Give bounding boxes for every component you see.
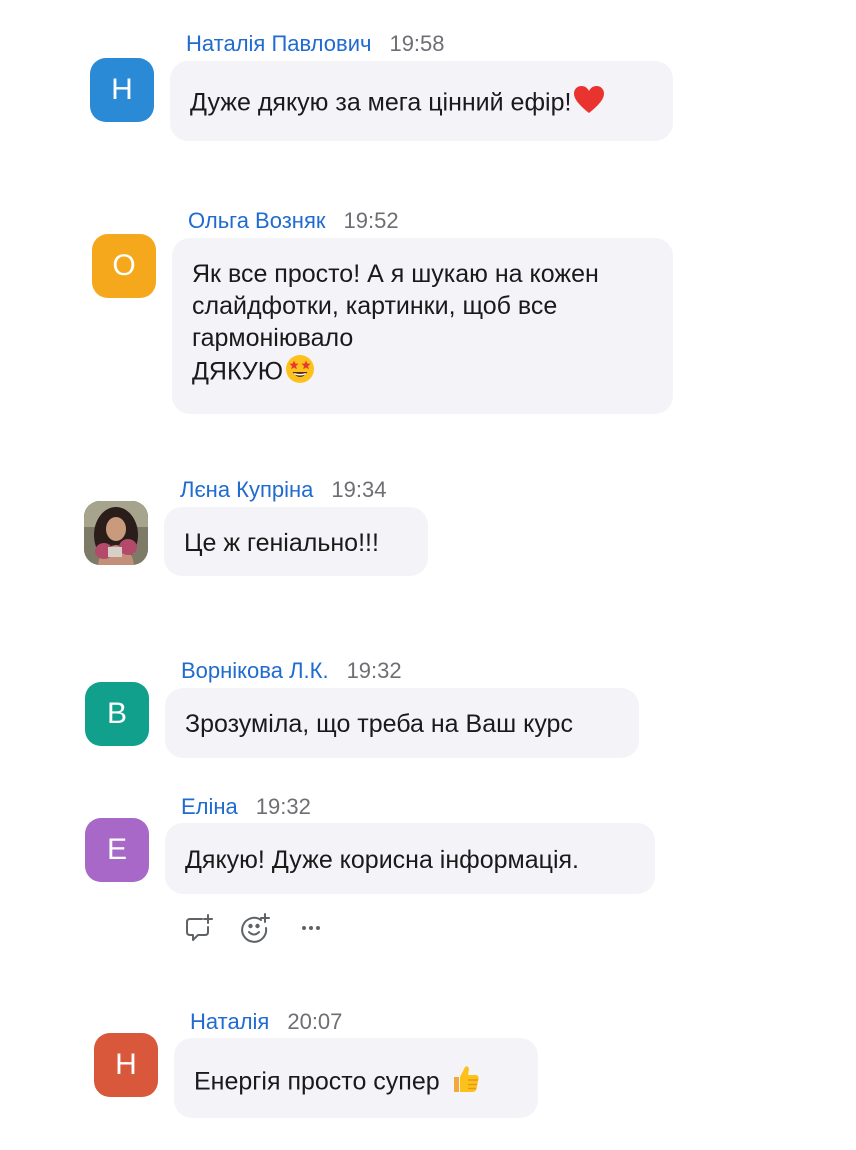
message-bubble[interactable]: Дуже дякую за мега цінний ефір! — [170, 61, 673, 141]
message-time: 19:32 — [255, 794, 311, 819]
message-text-line: гармоніювало — [192, 324, 354, 352]
message-bubble[interactable]: Це ж геніально!!! — [164, 507, 428, 576]
avatar-photo — [84, 501, 148, 565]
message-time: 19:34 — [331, 477, 387, 502]
avatar[interactable]: O — [92, 234, 156, 298]
message-header: Еліна 19:32 — [181, 794, 311, 820]
heart-emoji — [573, 85, 605, 123]
message-text: Це ж геніально!!! — [184, 529, 379, 557]
message-text-line: слайдфотки, картинки, щоб все — [192, 292, 558, 320]
message-text: Дякую! Дуже корисна інформація. — [185, 846, 579, 874]
message-header: Лєна Купріна 19:34 — [180, 477, 386, 503]
thumbs-up-emoji — [450, 1063, 482, 1103]
message-text: Енергія просто супер — [194, 1063, 518, 1103]
message-time: 19:58 — [389, 31, 445, 56]
message-header: Наталія 20:07 — [190, 1009, 342, 1035]
more-options-icon[interactable] — [294, 911, 328, 945]
message-time: 20:07 — [287, 1009, 343, 1034]
sender-name[interactable]: Лєна Купріна — [180, 477, 313, 502]
message-header: Ворнікова Л.К. 19:32 — [181, 658, 402, 684]
message-text: Зрозуміла, що треба на Ваш курс — [185, 710, 573, 738]
sender-name[interactable]: Ольга Возняк — [188, 208, 326, 233]
reply-thread-icon[interactable] — [182, 911, 216, 945]
sender-name[interactable]: Наталія — [190, 1009, 269, 1034]
message-time: 19:52 — [343, 208, 399, 233]
avatar[interactable]: H — [90, 58, 154, 122]
avatar[interactable]: E — [85, 818, 149, 882]
message-header: Ольга Возняк 19:52 — [188, 208, 399, 234]
message-text: Дуже дякую за мега цінний ефір! — [190, 85, 653, 123]
sender-name[interactable]: Ворнікова Л.К. — [181, 658, 329, 683]
avatar[interactable]: H — [94, 1033, 158, 1097]
message-header: Наталія Павлович 19:58 — [186, 31, 445, 57]
avatar[interactable]: B — [85, 682, 149, 746]
message-time: 19:32 — [346, 658, 402, 683]
avatar[interactable] — [84, 501, 148, 565]
message-bubble[interactable]: Як все просто! А я шукаю на кожен слайдф… — [172, 238, 673, 414]
message-bubble[interactable]: Дякую! Дуже корисна інформація. — [165, 823, 655, 894]
sender-name[interactable]: Еліна — [181, 794, 238, 819]
message-text-line: Як все просто! А я шукаю на кожен — [192, 260, 599, 288]
message-bubble[interactable]: Енергія просто супер — [174, 1038, 538, 1118]
message-actions — [182, 911, 328, 945]
add-reaction-icon[interactable] — [238, 911, 272, 945]
message-text-line: ДЯКУЮ — [192, 354, 653, 392]
message-bubble[interactable]: Зрозуміла, що треба на Ваш курс — [165, 688, 639, 758]
star-struck-emoji — [285, 354, 315, 392]
sender-name[interactable]: Наталія Павлович — [186, 31, 371, 56]
